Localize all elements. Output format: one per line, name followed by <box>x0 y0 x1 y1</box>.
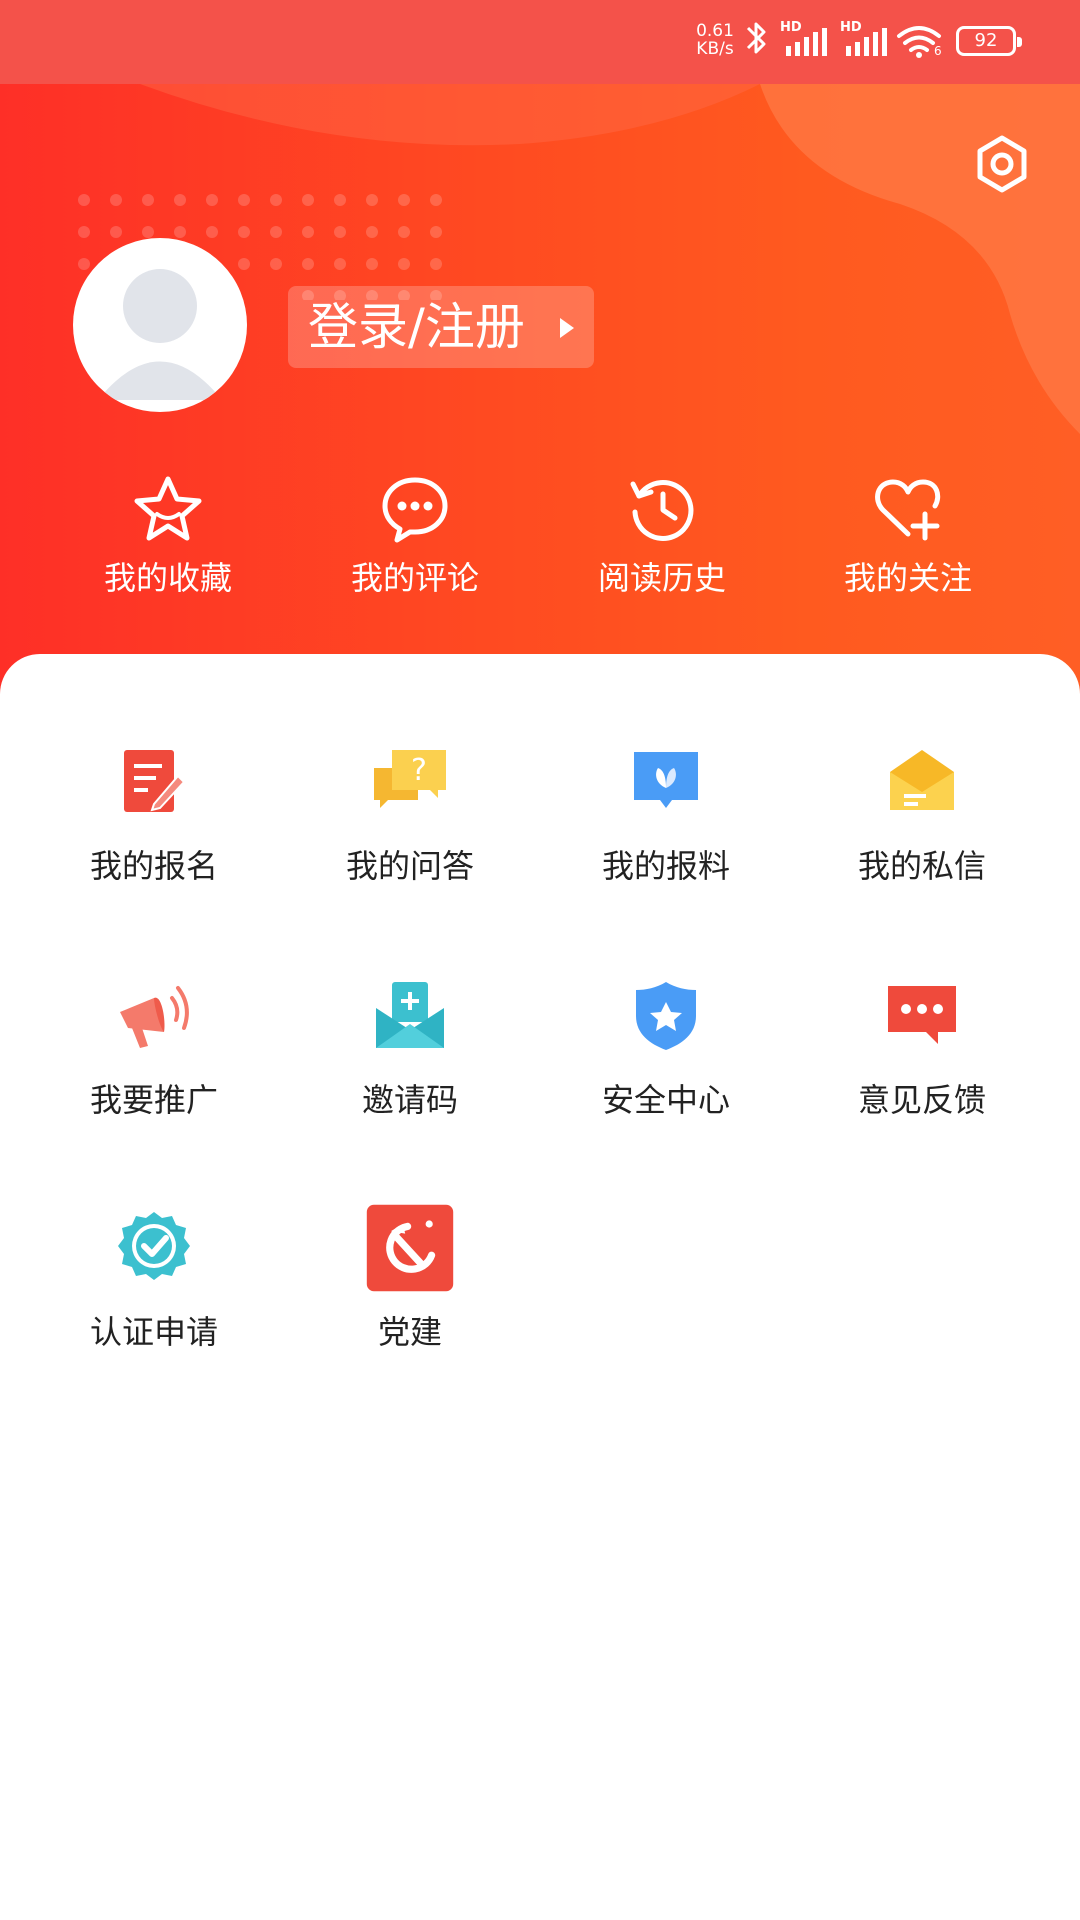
verified-icon <box>118 1212 190 1280</box>
report-icon <box>634 752 698 808</box>
signal-1: HD <box>780 18 828 62</box>
heart-plus-icon <box>875 479 941 541</box>
menu-item-party[interactable]: 党建 <box>282 1204 538 1388</box>
comment-icon <box>382 477 448 543</box>
party-icon <box>366 1204 454 1292</box>
feedback-icon <box>888 986 956 1044</box>
signal-2: HD <box>840 18 888 62</box>
history-icon <box>630 480 694 541</box>
profile-screen: 0.61 KB/s HD HD 6 92 登录/注册 我的收藏 我的评论 阅读历… <box>0 0 1080 1920</box>
quick-action-history[interactable]: 阅读历史 <box>552 474 772 614</box>
menu-item-signup[interactable]: 我的报名 <box>26 742 282 922</box>
default-avatar-icon <box>98 269 222 400</box>
network-speed: 0.61 KB/s <box>696 21 734 59</box>
settings-icon[interactable] <box>972 134 1032 194</box>
qa-icon: ? <box>374 750 446 808</box>
menu-panel: 我的报名 ? 我的问答 我的报料 我的私信 我要推广 邀请码 安全中心 意见反馈… <box>0 654 1080 1920</box>
menu-item-verify[interactable]: 认证申请 <box>26 1208 282 1388</box>
star-icon <box>134 476 202 541</box>
invite-icon <box>376 982 444 1048</box>
play-arrow-icon <box>560 318 574 338</box>
menu-item-report[interactable]: 我的报料 <box>538 742 794 922</box>
svg-text:?: ? <box>411 753 427 788</box>
menu-item-promote[interactable]: 我要推广 <box>26 976 282 1156</box>
signal-bars-icon <box>786 28 827 56</box>
profile-header: 登录/注册 我的收藏 我的评论 阅读历史 我的关注 <box>0 84 1080 704</box>
megaphone-icon <box>120 986 189 1048</box>
avatar[interactable] <box>73 238 247 412</box>
quick-action-following[interactable]: 我的关注 <box>798 474 1018 614</box>
bluetooth-icon <box>746 22 766 54</box>
battery-indicator: 92 <box>956 26 1022 56</box>
shield-icon <box>636 982 696 1050</box>
message-icon <box>890 750 954 810</box>
menu-item-qa[interactable]: ? 我的问答 <box>282 742 538 922</box>
signup-icon <box>124 750 186 812</box>
menu-item-security[interactable]: 安全中心 <box>538 976 794 1156</box>
login-register-button[interactable]: 登录/注册 <box>288 286 594 368</box>
status-bar: 0.61 KB/s HD HD 6 92 <box>0 0 1080 84</box>
quick-action-comments[interactable]: 我的评论 <box>305 474 525 614</box>
menu-item-message[interactable]: 我的私信 <box>794 742 1050 922</box>
menu-item-feedback[interactable]: 意见反馈 <box>794 976 1050 1156</box>
quick-action-favorites[interactable]: 我的收藏 <box>58 474 278 614</box>
wifi: 6 <box>896 18 946 62</box>
signal-bars-icon <box>846 28 887 56</box>
menu-item-invite[interactable]: 邀请码 <box>282 976 538 1156</box>
